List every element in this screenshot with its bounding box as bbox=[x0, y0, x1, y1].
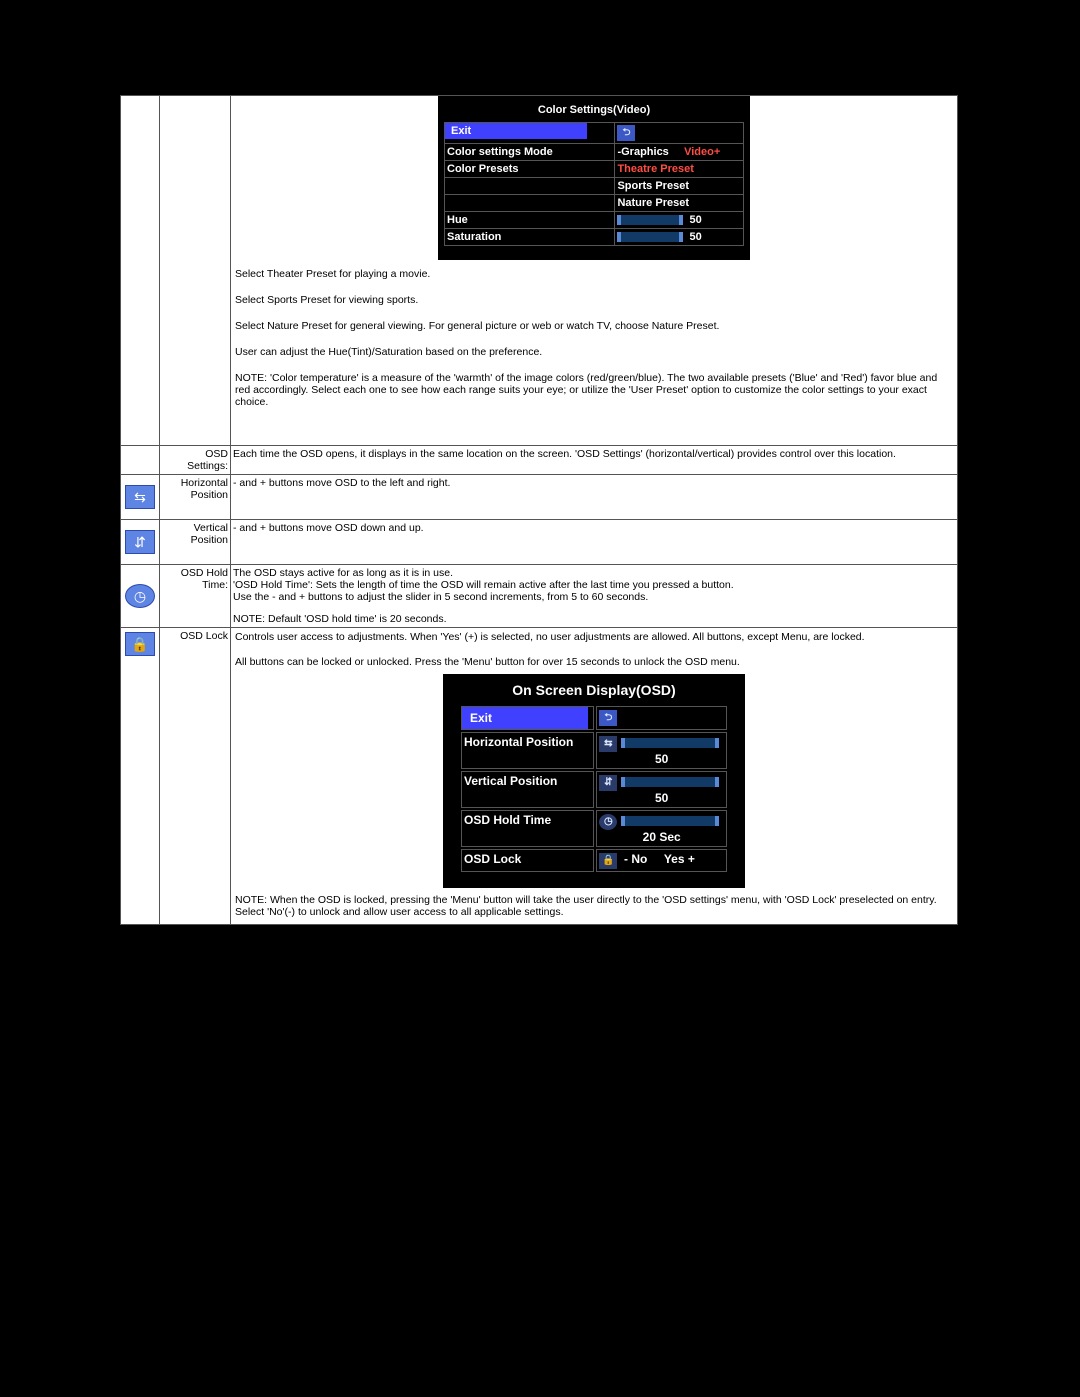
exit-icon: ⮌ bbox=[617, 125, 635, 141]
osd2-vpos-label: Vertical Position bbox=[461, 771, 594, 808]
sports-preset[interactable]: Sports Preset bbox=[615, 178, 744, 195]
vpos-body: - and + buttons move OSD down and up. bbox=[231, 520, 958, 565]
desc-theater: Select Theater Preset for playing a movi… bbox=[235, 268, 953, 280]
osd-display-osd: On Screen Display(OSD) Exit ⮌ Horizontal… bbox=[443, 674, 745, 888]
hposition-icon: ⇆ bbox=[599, 736, 617, 752]
osd-settings-label: OSD Settings: bbox=[160, 446, 231, 475]
hold-body1: The OSD stays active for as long as it i… bbox=[233, 567, 955, 579]
saturation-slider[interactable] bbox=[617, 232, 683, 242]
hue-label: Hue bbox=[445, 212, 615, 229]
osd-settings-body: Each time the OSD opens, it displays in … bbox=[231, 446, 958, 475]
lock-body: Controls user access to adjustments. Whe… bbox=[231, 628, 957, 653]
color-presets-label: Color Presets bbox=[445, 161, 615, 178]
exit-button[interactable]: Exit bbox=[445, 123, 587, 139]
saturation-label: Saturation bbox=[445, 229, 615, 246]
lock-label: OSD Lock bbox=[160, 628, 231, 925]
hold-body2: 'OSD Hold Time': Sets the length of time… bbox=[233, 579, 955, 591]
nature-preset[interactable]: Nature Preset bbox=[615, 195, 744, 212]
theatre-preset[interactable]: Theatre Preset bbox=[615, 161, 744, 178]
osd2-hpos-value: 50 bbox=[599, 752, 724, 766]
osd2-no[interactable]: - No bbox=[624, 852, 647, 866]
osd2-hold-slider[interactable] bbox=[621, 816, 719, 826]
lock-all: All buttons can be locked or unlocked. P… bbox=[231, 653, 957, 674]
saturation-value: 50 bbox=[689, 231, 701, 243]
hpos-body: - and + buttons move OSD to the left and… bbox=[231, 475, 958, 520]
osd2-hold-value: 20 Sec bbox=[599, 830, 724, 844]
desc-sports: Select Sports Preset for viewing sports. bbox=[235, 294, 953, 306]
osd2-hold-label: OSD Hold Time bbox=[461, 810, 594, 847]
osd2-footnote: NOTE: When the OSD is locked, pressing t… bbox=[231, 888, 957, 924]
hposition-icon: ⇆ bbox=[125, 485, 155, 509]
clock-icon: ◷ bbox=[125, 584, 155, 608]
color-mode-label: Color settings Mode bbox=[445, 144, 615, 161]
osd-title: Color Settings(Video) bbox=[444, 100, 744, 122]
desc-temp: NOTE: 'Color temperature' is a measure o… bbox=[235, 372, 953, 408]
hue-value: 50 bbox=[689, 214, 701, 226]
color-settings-osd: Color Settings(Video) Exit ⮌ Color setti… bbox=[438, 96, 750, 260]
osd2-hpos-label: Horizontal Position bbox=[461, 732, 594, 769]
hue-slider[interactable] bbox=[617, 215, 683, 225]
osd2-yes[interactable]: Yes + bbox=[664, 852, 695, 866]
osd2-lock-label: OSD Lock bbox=[461, 849, 594, 872]
desc-hue: User can adjust the Hue(Tint)/Saturation… bbox=[235, 346, 953, 358]
graphics-option[interactable]: -Graphics bbox=[617, 146, 668, 158]
vposition-icon: ⇵ bbox=[599, 775, 617, 791]
lock-icon: 🔒 bbox=[125, 632, 155, 656]
osd2-title: On Screen Display(OSD) bbox=[449, 678, 739, 704]
vpos-label: Vertical Position bbox=[160, 520, 231, 565]
osd2-hpos-slider[interactable] bbox=[621, 738, 719, 748]
osd2-vpos-value: 50 bbox=[599, 791, 724, 805]
hold-body3: Use the - and + buttons to adjust the sl… bbox=[233, 591, 955, 603]
clock-icon: ◷ bbox=[599, 814, 617, 830]
desc-nature: Select Nature Preset for general viewing… bbox=[235, 320, 953, 332]
osd2-exit-button[interactable]: Exit bbox=[462, 707, 588, 729]
hold-note: NOTE: Default 'OSD hold time' is 20 seco… bbox=[233, 613, 955, 625]
video-plus-option[interactable]: Video+ bbox=[684, 146, 720, 158]
hold-label: OSD Hold Time: bbox=[160, 565, 231, 628]
exit-icon: ⮌ bbox=[599, 710, 617, 726]
vposition-icon: ⇵ bbox=[125, 530, 155, 554]
hpos-label: Horizontal Position bbox=[160, 475, 231, 520]
osd2-vpos-slider[interactable] bbox=[621, 777, 719, 787]
lock-icon: 🔒 bbox=[599, 853, 617, 869]
